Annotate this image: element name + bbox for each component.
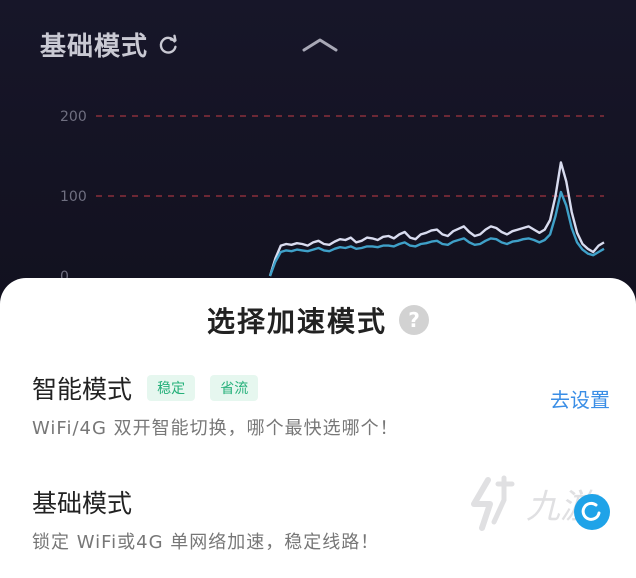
tag-stable: 稳定 (147, 375, 196, 401)
smart-mode-description: WiFi/4G 双开智能切换，哪个最快选哪个！ (32, 418, 399, 439)
traffic-chart-panel: 基础模式 200 100 0 (0, 0, 636, 300)
basic-mode-name: 基础模式 (32, 489, 133, 518)
help-icon[interactable]: ? (399, 305, 429, 335)
sheet-title: 选择加速模式 (206, 305, 387, 338)
smart-mode-name: 智能模式 (32, 375, 133, 404)
y-axis-ticks: 2001000 (60, 109, 87, 285)
basic-mode-description: 锁定 WiFi或4G 单网络加速，稳定线路！ (32, 532, 380, 553)
basic-mode-option[interactable]: 基础模式 锁定 WiFi或4G 单网络加速，稳定线路！ (32, 484, 379, 554)
tag-data-saving: 省流 (210, 375, 259, 401)
chart-grid (96, 115, 604, 197)
chart-series (268, 161, 605, 277)
smart-mode-option[interactable]: 智能模式 稳定 省流 WiFi/4G 双开智能切换，哪个最快选哪个！ (32, 370, 399, 440)
y-tick-label: 200 (60, 109, 87, 125)
y-tick-label: 100 (60, 189, 87, 205)
go-settings-link[interactable]: 去设置 (550, 384, 610, 413)
selected-check-icon[interactable] (574, 494, 610, 530)
sheet-header: 选择加速模式 ? (0, 300, 636, 340)
speed-line-chart: 2001000 (60, 109, 605, 285)
